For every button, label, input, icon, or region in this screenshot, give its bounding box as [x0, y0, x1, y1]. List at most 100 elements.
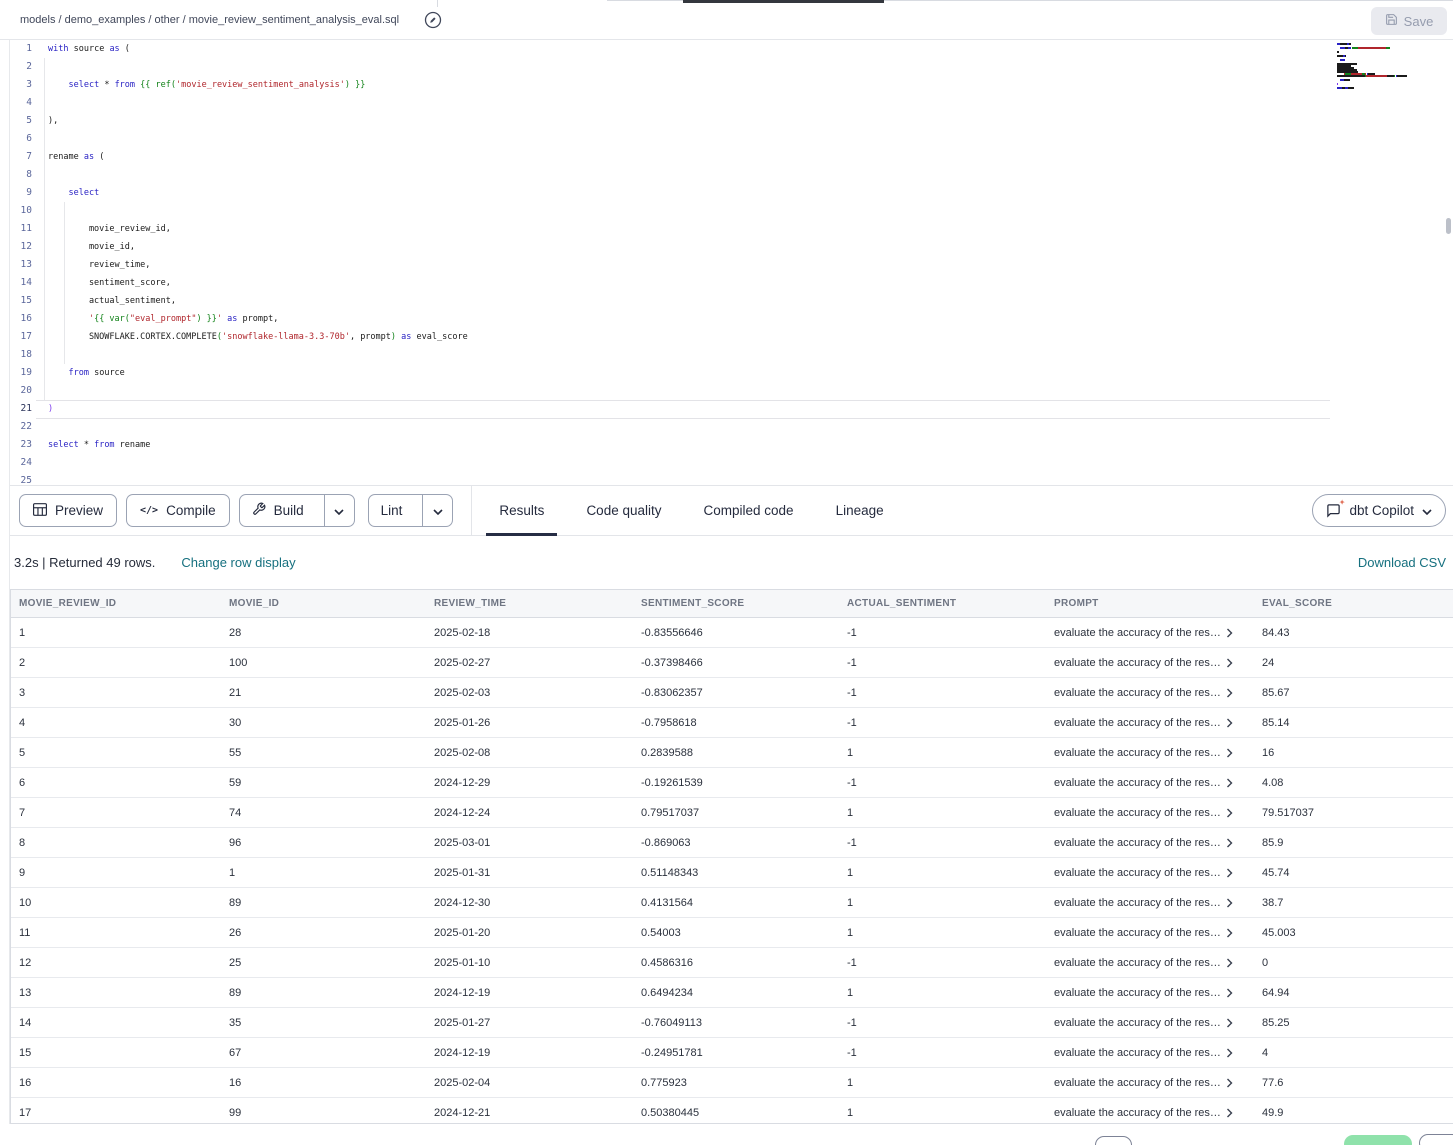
partial-button[interactable]	[1419, 1134, 1453, 1145]
results-toolbar: Preview </> Compile Build	[10, 485, 1453, 536]
prompt-expand-chevron-icon[interactable]	[1226, 658, 1234, 668]
cell-movie-review-id: 16	[11, 1068, 221, 1097]
cell-eval-score: 24	[1254, 648, 1453, 677]
prompt-expand-chevron-icon[interactable]	[1226, 988, 1234, 998]
code-line[interactable]: rename as (	[48, 148, 104, 166]
line-number: 10	[10, 202, 32, 220]
code-line[interactable]: with source as (	[48, 40, 130, 58]
prompt-expand-chevron-icon[interactable]	[1226, 928, 1234, 938]
code-line[interactable]: '{{ var("eval_prompt") }}' as prompt,	[48, 310, 278, 328]
cell-actual-sentiment: -1	[839, 948, 1046, 977]
prompt-expand-chevron-icon[interactable]	[1226, 1108, 1234, 1118]
prompt-expand-chevron-icon[interactable]	[1226, 898, 1234, 908]
line-number: 20	[10, 382, 32, 400]
dbt-copilot-button[interactable]: ✦ dbt Copilot	[1312, 494, 1446, 527]
cell-movie-review-id: 17	[11, 1098, 221, 1124]
code-line[interactable]: actual_sentiment,	[48, 292, 176, 310]
cell-movie-id: 89	[221, 888, 426, 917]
cell-actual-sentiment: -1	[839, 1038, 1046, 1067]
code-line[interactable]: SNOWFLAKE.CORTEX.COMPLETE('snowflake-lla…	[48, 328, 468, 346]
line-number: 2	[10, 58, 32, 76]
preview-button[interactable]: Preview	[19, 494, 117, 527]
results-table[interactable]: MOVIE_REVIEW_IDMOVIE_IDREVIEW_TIMESENTIM…	[10, 589, 1453, 1124]
build-split-button: Build	[239, 494, 355, 527]
cell-sentiment-score: 0.50380445	[633, 1098, 839, 1124]
prompt-expand-chevron-icon[interactable]	[1226, 1018, 1234, 1028]
sql-editor[interactable]: 1234567891011121314151617181920212223242…	[10, 40, 1453, 485]
partial-green-button[interactable]	[1344, 1135, 1412, 1145]
editor-minimap[interactable]	[1337, 43, 1449, 93]
table-row: 10892024-12-300.41315641evaluate the acc…	[11, 888, 1453, 918]
build-button[interactable]: Build	[240, 495, 316, 526]
change-row-display-link[interactable]: Change row display	[181, 555, 295, 570]
download-csv-link[interactable]: Download CSV	[1358, 555, 1446, 570]
prompt-preview-text: evaluate the accuracy of the res…	[1054, 867, 1221, 879]
cell-sentiment-score: 0.54003	[633, 918, 839, 947]
compile-button[interactable]: </> Compile	[126, 494, 230, 527]
current-line-highlight	[36, 400, 1330, 419]
prompt-expand-chevron-icon[interactable]	[1226, 1078, 1234, 1088]
cell-prompt: evaluate the accuracy of the res…	[1046, 678, 1254, 707]
code-line[interactable]: select	[48, 184, 99, 202]
tab-results[interactable]: Results	[486, 485, 557, 536]
prompt-preview-text: evaluate the accuracy of the res…	[1054, 687, 1221, 699]
prompt-preview-text: evaluate the accuracy of the res…	[1054, 807, 1221, 819]
cell-sentiment-score: 0.79517037	[633, 798, 839, 827]
prompt-preview-text: evaluate the accuracy of the res…	[1054, 657, 1221, 669]
tab-lineage[interactable]: Lineage	[823, 485, 897, 536]
code-line[interactable]: from source	[48, 364, 125, 382]
line-number: 3	[10, 76, 32, 94]
line-number: 25	[10, 472, 32, 485]
prompt-preview-text: evaluate the accuracy of the res…	[1054, 1107, 1221, 1119]
prompt-expand-chevron-icon[interactable]	[1226, 1048, 1234, 1058]
prompt-expand-chevron-icon[interactable]	[1226, 958, 1234, 968]
cell-eval-score: 0	[1254, 948, 1453, 977]
partial-button[interactable]	[1095, 1136, 1132, 1145]
line-number: 14	[10, 274, 32, 292]
code-line[interactable]: )	[48, 400, 53, 418]
line-number: 21	[10, 400, 32, 418]
cell-sentiment-score: -0.869063	[633, 828, 839, 857]
cell-prompt: evaluate the accuracy of the res…	[1046, 708, 1254, 737]
cell-eval-score: 4	[1254, 1038, 1453, 1067]
code-line[interactable]: sentiment_score,	[48, 274, 171, 292]
cell-movie-review-id: 13	[11, 978, 221, 1007]
cell-movie-review-id: 5	[11, 738, 221, 767]
prompt-expand-chevron-icon[interactable]	[1226, 628, 1234, 638]
prompt-expand-chevron-icon[interactable]	[1226, 838, 1234, 848]
build-dropdown-toggle[interactable]	[324, 495, 354, 526]
code-line[interactable]: review_time,	[48, 256, 150, 274]
lint-button[interactable]: Lint	[369, 495, 415, 526]
cell-review-time: 2025-02-27	[426, 648, 633, 677]
prompt-expand-chevron-icon[interactable]	[1226, 808, 1234, 818]
code-line[interactable]: ),	[48, 112, 58, 130]
editor-scrollbar[interactable]	[1446, 218, 1451, 234]
code-line[interactable]: movie_id,	[48, 238, 135, 256]
cell-prompt: evaluate the accuracy of the res…	[1046, 1008, 1254, 1037]
cell-review-time: 2025-01-26	[426, 708, 633, 737]
preview-label: Preview	[55, 503, 103, 518]
prompt-expand-chevron-icon[interactable]	[1226, 718, 1234, 728]
save-button[interactable]: Save	[1371, 7, 1447, 35]
lint-dropdown-toggle[interactable]	[422, 495, 452, 526]
prompt-expand-chevron-icon[interactable]	[1226, 688, 1234, 698]
compile-label: Compile	[166, 503, 216, 518]
cell-sentiment-score: 0.4131564	[633, 888, 839, 917]
breadcrumb[interactable]: models / demo_examples / other / movie_r…	[20, 0, 399, 40]
prompt-expand-chevron-icon[interactable]	[1226, 868, 1234, 878]
cell-movie-id: 55	[221, 738, 426, 767]
tab-code-quality[interactable]: Code quality	[573, 485, 674, 536]
line-number: 19	[10, 364, 32, 382]
code-line[interactable]: movie_review_id,	[48, 220, 171, 238]
table-row: 7742024-12-240.795170371evaluate the acc…	[11, 798, 1453, 828]
tab-compiled-code[interactable]: Compiled code	[691, 485, 807, 536]
table-row: 8962025-03-01-0.869063-1evaluate the acc…	[11, 828, 1453, 858]
cell-movie-review-id: 11	[11, 918, 221, 947]
code-line[interactable]: select * from rename	[48, 436, 150, 454]
prompt-expand-chevron-icon[interactable]	[1226, 748, 1234, 758]
code-line[interactable]: select * from {{ ref('movie_review_senti…	[48, 76, 365, 94]
cell-review-time: 2024-12-21	[426, 1098, 633, 1124]
cell-prompt: evaluate the accuracy of the res…	[1046, 618, 1254, 647]
prompt-expand-chevron-icon[interactable]	[1226, 778, 1234, 788]
cell-movie-id: 30	[221, 708, 426, 737]
